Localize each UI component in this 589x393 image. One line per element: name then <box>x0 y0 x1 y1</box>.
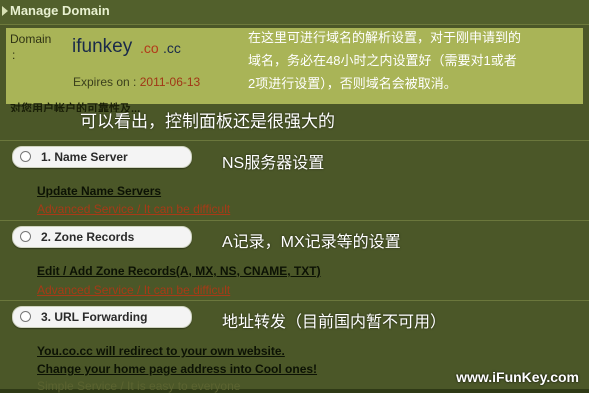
domain-label-colon: : <box>12 48 16 62</box>
caption-records: A记录，MX记录等的设置 <box>222 234 401 251</box>
service-level-note: Advanced Service / It can be difficult <box>37 283 231 297</box>
triangle-right-icon <box>2 6 8 16</box>
site-watermark-label: www.iFunKey.com <box>456 369 579 385</box>
caption-panel-strong: 可以看出，控制面板还是很强大的 <box>80 112 335 131</box>
name-server-pill-label: 1. Name Server <box>41 150 128 164</box>
radio-icon <box>20 151 31 162</box>
domain-name: ifunkey <box>72 36 133 57</box>
section-divider <box>0 140 589 141</box>
url-forwarding-pill[interactable]: 3. URL Forwarding <box>12 306 192 328</box>
note-line: 在这里可进行域名的解析设置，对于刚申请到的 <box>248 30 522 45</box>
section-divider <box>0 300 589 301</box>
edit-zone-records-link[interactable]: Edit / Add Zone Records(A, MX, NS, CNAME… <box>37 264 321 278</box>
change-homepage-link[interactable]: Change your home page address into Cool … <box>37 362 317 376</box>
expires-info: Expires on : 2011-06-13 <box>73 75 200 89</box>
expires-label: Expires on : <box>73 75 137 89</box>
update-name-servers-link[interactable]: Update Name Servers <box>37 184 161 198</box>
service-level-note: Advanced Service / It can be difficult <box>37 202 231 216</box>
service-level-note: Simple Service / It is easy to everyone <box>37 379 241 393</box>
domain-tld: .co <box>140 40 159 56</box>
caption-ns: NS服务器设置 <box>222 155 325 172</box>
domain-label: Domain <box>10 32 52 46</box>
radio-icon <box>20 311 31 322</box>
redirect-link[interactable]: You.co.cc will redirect to your own webs… <box>37 344 285 358</box>
expires-date: 2011-06-13 <box>139 75 201 89</box>
radio-icon <box>20 231 31 242</box>
zone-records-pill-label: 2. Zone Records <box>41 230 135 244</box>
caption-forwarding: 地址转发（目前国内暂不可用） <box>222 314 447 331</box>
url-forwarding-pill-label: 3. URL Forwarding <box>41 310 148 324</box>
domain-cc: .cc <box>163 40 181 56</box>
zone-records-pill[interactable]: 2. Zone Records <box>12 226 192 248</box>
note-line: 2项进行设置），否则域名会被取消。 <box>248 76 457 91</box>
page-title: Manage Domain <box>10 3 110 18</box>
annotation-note: 在这里可进行域名的解析设置，对于刚申请到的 域名，务必在48小时之内设置好（需要… <box>240 22 585 98</box>
note-line: 域名，务必在48小时之内设置好（需要对1或者 <box>248 53 517 68</box>
section-divider <box>0 220 589 221</box>
name-server-pill[interactable]: 1. Name Server <box>12 146 192 168</box>
